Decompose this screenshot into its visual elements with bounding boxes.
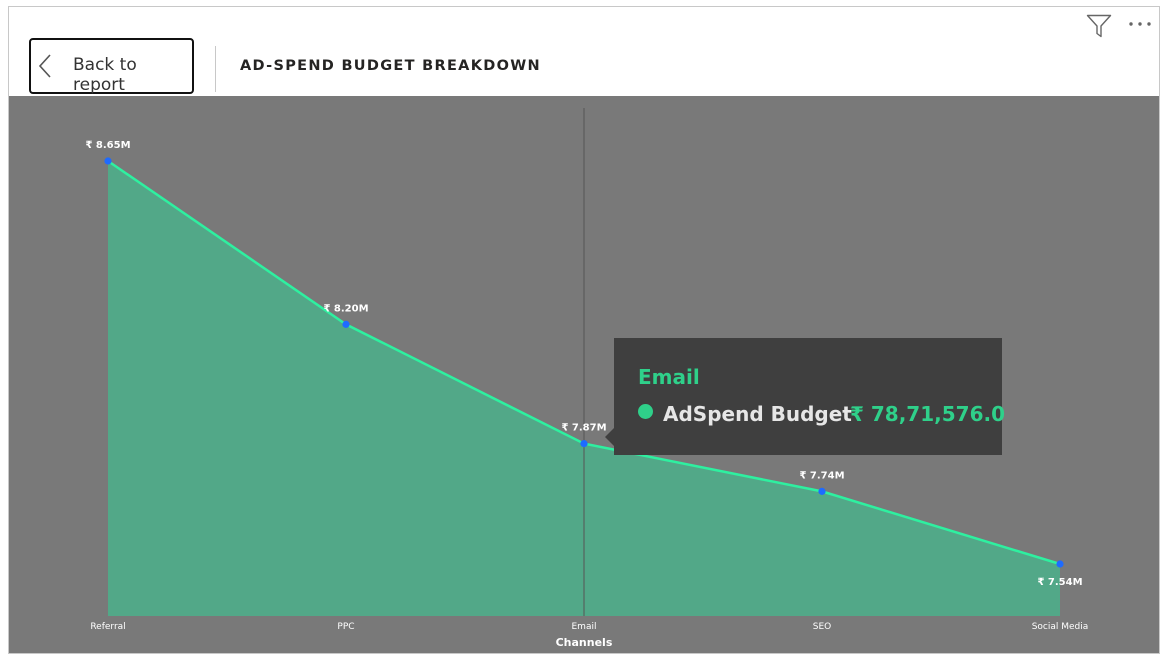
data-point-marker[interactable]: [1056, 560, 1064, 568]
tooltip-series-label: AdSpend Budget: [663, 402, 852, 426]
x-tick-label: Social Media: [1032, 622, 1089, 632]
data-point-marker[interactable]: [342, 320, 350, 328]
x-tick-label: Referral: [90, 622, 125, 632]
chevron-left-icon: [38, 54, 51, 78]
data-label: ₹ 7.54M: [1037, 577, 1082, 588]
data-label: ₹ 7.87M: [561, 423, 606, 434]
back-button-label: Back to report: [73, 55, 137, 95]
tooltip-category: Email: [638, 365, 700, 389]
data-point-marker[interactable]: [104, 157, 112, 165]
x-tick-label: Email: [572, 622, 597, 632]
x-tick-label: PPC: [337, 622, 354, 632]
header-divider: [215, 46, 216, 92]
data-point-marker[interactable]: [818, 487, 826, 495]
data-label: ₹ 8.20M: [323, 303, 368, 314]
data-point-marker[interactable]: [580, 440, 588, 448]
data-label: ₹ 7.74M: [799, 470, 844, 481]
chart-tooltip: Email AdSpend Budget ₹ 78,71,576.0: [614, 338, 1005, 455]
tooltip-value: ₹ 78,71,576.0: [850, 402, 1005, 426]
filter-icon[interactable]: [1086, 14, 1112, 38]
more-options-icon[interactable]: [1128, 20, 1154, 28]
data-label: ₹ 8.65M: [85, 140, 130, 151]
back-to-report-button[interactable]: Back to report: [29, 38, 194, 95]
page-title: AD-SPEND BUDGET BREAKDOWN: [240, 58, 541, 74]
x-tick-label: SEO: [813, 622, 831, 632]
tooltip-series-dot: [638, 404, 653, 419]
header-bar: Back to report AD-SPEND BUDGET BREAKDOWN: [9, 7, 1159, 96]
x-axis-title: Channels: [556, 636, 613, 649]
